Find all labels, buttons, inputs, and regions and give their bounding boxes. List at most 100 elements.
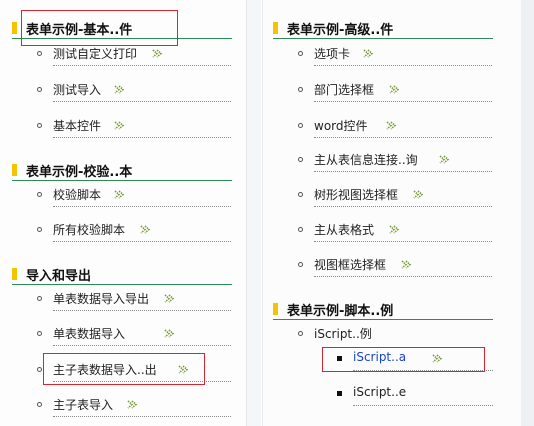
square-bullet-icon (337, 391, 342, 396)
arrow-right-icon (363, 49, 374, 58)
list-item[interactable]: 视图框选择框 (297, 255, 497, 277)
list-item-label: 单表数据导入导出 (53, 292, 150, 306)
section-header-validation: 表单示例-校验..本 (12, 160, 232, 182)
list-item[interactable]: 校验脚本 (36, 185, 231, 207)
section-title: 表单示例-脚本..例 (287, 304, 394, 319)
list-item-label: 主子表导入 (53, 398, 114, 412)
section-rule (12, 180, 232, 181)
arrow-right-icon (152, 49, 163, 58)
section-header-advanced: 表单示例-高级..件 (273, 18, 493, 40)
sub-list-item-label: iScript..a (353, 350, 407, 364)
arrow-right-icon (439, 155, 450, 164)
dotted-separator (314, 101, 492, 102)
section-rule (273, 319, 493, 320)
square-bullet-icon (337, 356, 342, 361)
dotted-separator (314, 276, 492, 277)
arrow-right-icon (386, 121, 397, 130)
dotted-separator (53, 65, 231, 66)
bullet-icon (298, 192, 303, 197)
arrow-right-icon (389, 85, 400, 94)
bullet-icon (298, 51, 303, 56)
list-item-label: 测试自定义打印 (53, 47, 138, 61)
list-item-label: 部门选择框 (314, 83, 375, 97)
list-item-label: 主从表信息连接..询 (314, 153, 418, 167)
dotted-separator (53, 310, 231, 311)
arrow-right-icon (413, 190, 424, 199)
dotted-separator (353, 370, 493, 371)
list-item[interactable]: 单表数据导入导出 (36, 289, 231, 311)
section-rule (12, 38, 232, 39)
bullet-icon (37, 123, 42, 128)
section-title: 导入和导出 (26, 269, 92, 284)
arrow-right-icon (401, 260, 412, 269)
bullet-icon (298, 331, 303, 336)
dotted-separator (53, 206, 231, 207)
column-gutter (247, 0, 261, 426)
dotted-separator (53, 381, 231, 382)
section-title: 表单示例-高级..件 (287, 23, 394, 38)
section-accent-bar (12, 22, 17, 34)
dotted-separator (353, 405, 493, 406)
arrow-right-icon (114, 121, 125, 130)
list-item[interactable]: 主从表信息连接..询 (297, 150, 497, 172)
list-item[interactable]: 单表数据导入 (36, 324, 231, 346)
section-header-basic: 表单示例-基本..件 (12, 18, 232, 40)
right-rail (521, 0, 534, 426)
list-item[interactable]: 树形视图选择框 (297, 185, 497, 207)
bullet-icon (37, 296, 42, 301)
list-item-label: 单表数据导入 (53, 327, 126, 341)
arrow-right-icon (432, 354, 443, 363)
section-accent-bar (273, 22, 278, 34)
dotted-separator (53, 345, 231, 346)
sub-list-item[interactable]: iScript..e (336, 384, 496, 406)
bullet-icon (37, 51, 42, 56)
bullet-icon (298, 157, 303, 162)
list-item[interactable]: 所有校验脚本 (36, 220, 231, 242)
dotted-separator (314, 65, 492, 66)
section-accent-bar (12, 164, 17, 176)
list-item-label: 校验脚本 (53, 188, 102, 202)
bullet-icon (37, 402, 42, 407)
list-item[interactable]: 部门选择框 (297, 80, 497, 102)
list-item-label: 主子表数据导入..出 (53, 363, 157, 377)
list-item[interactable]: iScript..例 (297, 324, 497, 344)
list-item-label: 所有校验脚本 (53, 223, 126, 237)
section-accent-bar (273, 303, 278, 315)
section-header-script: 表单示例-脚本..例 (273, 299, 493, 321)
list-item[interactable]: 选项卡 (297, 44, 497, 66)
bullet-icon (298, 87, 303, 92)
bullet-icon (37, 331, 42, 336)
list-item[interactable]: 主子表导入 (36, 395, 231, 417)
section-title: 表单示例-校验..本 (26, 165, 133, 180)
arrow-right-icon (164, 329, 175, 338)
list-item[interactable]: 测试自定义打印 (36, 44, 231, 66)
arrow-right-icon (114, 85, 125, 94)
section-title: 表单示例-基本..件 (26, 23, 133, 38)
list-item[interactable]: 测试导入 (36, 80, 231, 102)
bullet-icon (37, 87, 42, 92)
bullet-icon (37, 192, 42, 197)
list-item-label: 树形视图选择框 (314, 188, 399, 202)
section-rule (273, 38, 493, 39)
section-accent-bar (12, 268, 17, 280)
arrow-right-icon (140, 225, 151, 234)
dotted-separator (53, 101, 231, 102)
dotted-separator (53, 416, 231, 417)
arrow-right-icon (389, 225, 400, 234)
arrow-right-icon (164, 294, 175, 303)
sub-list-item[interactable]: iScript..a (336, 349, 496, 371)
list-item-label: 选项卡 (314, 47, 351, 61)
list-item[interactable]: word控件 (297, 116, 497, 138)
list-item[interactable]: 基本控件 (36, 116, 231, 138)
list-item-label: 基本控件 (53, 119, 102, 133)
arrow-right-icon (114, 190, 125, 199)
list-item[interactable]: 主子表数据导入..出 (36, 360, 231, 382)
section-header-import-export: 导入和导出 (12, 264, 232, 286)
list-item[interactable]: 主从表格式 (297, 220, 497, 242)
dotted-separator (53, 137, 231, 138)
bullet-icon (298, 262, 303, 267)
dotted-separator (314, 241, 492, 242)
bullet-icon (298, 123, 303, 128)
bullet-icon (37, 367, 42, 372)
arrow-right-icon (178, 365, 189, 374)
